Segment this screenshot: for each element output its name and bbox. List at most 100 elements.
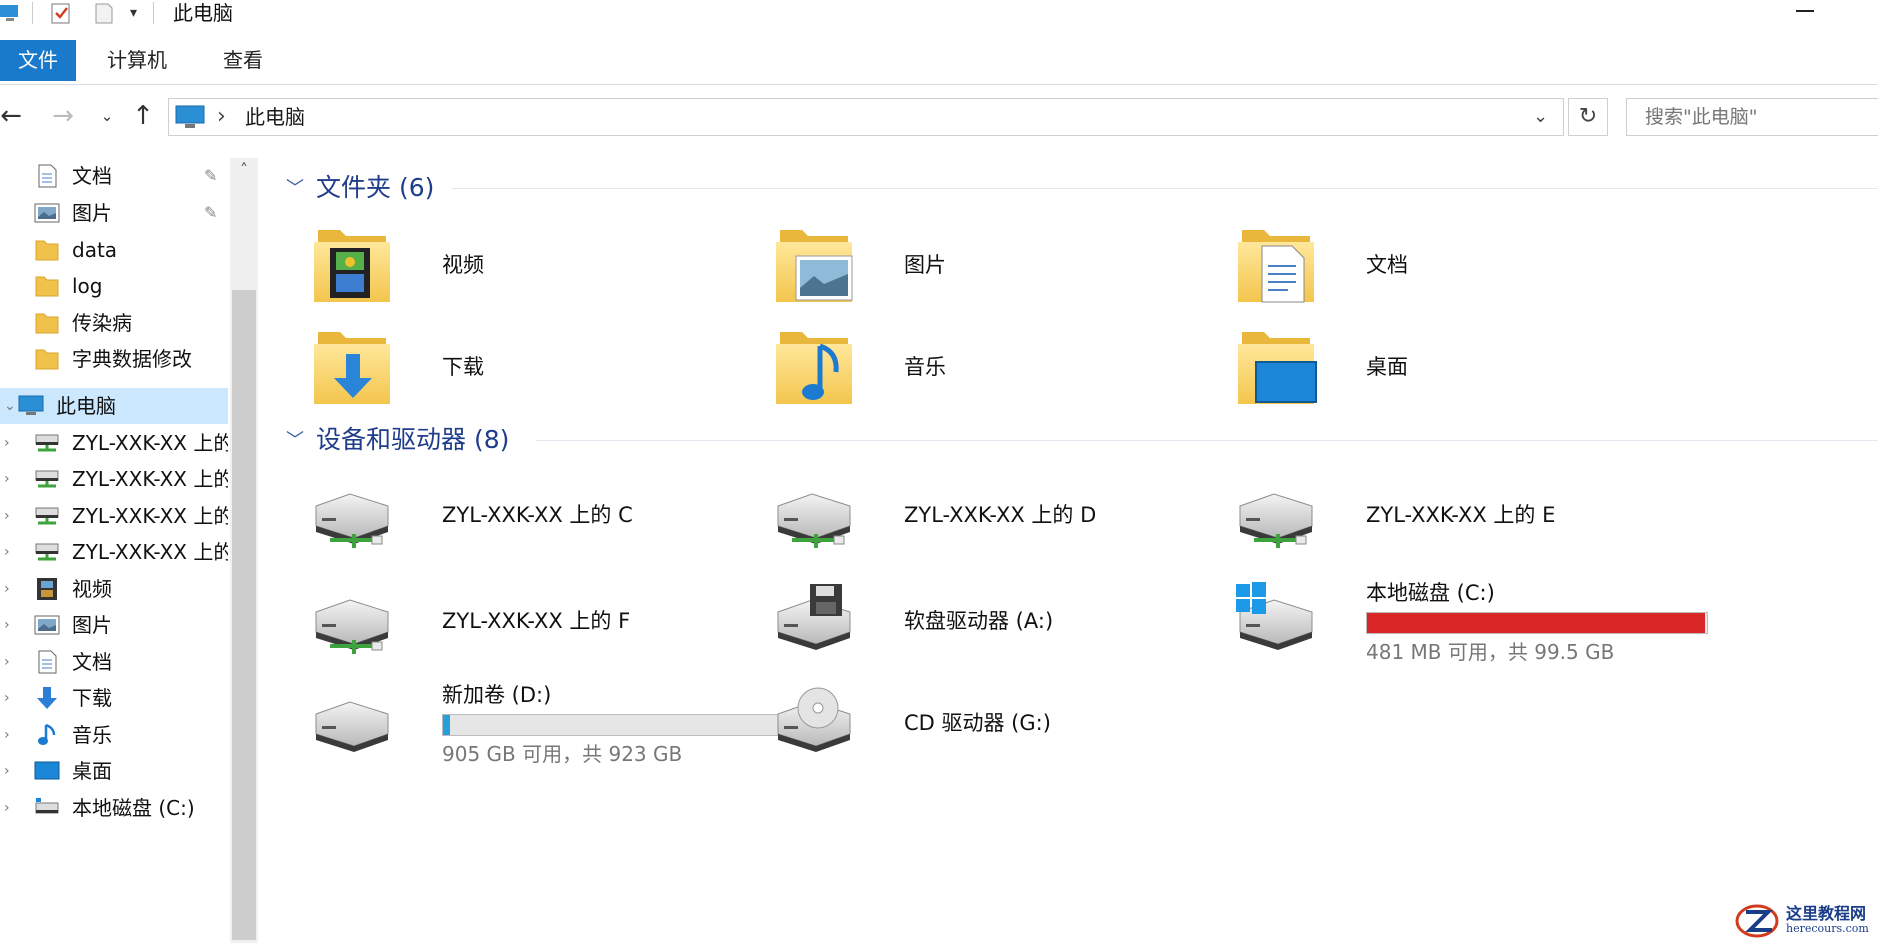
properties-icon[interactable] [50, 2, 72, 24]
navigation-pane: ˄ 文档 ✎ 图片 ✎ data log 传染病 字典数据修改 ⌄ 此电脑 › ZYL-XXK-XX … [0, 150, 258, 943]
network-drive-icon [34, 540, 60, 564]
drive-label: 新加卷 (D:) [442, 683, 552, 707]
back-arrow-icon[interactable]: ← [0, 100, 26, 132]
pin-icon[interactable]: ✎ [204, 158, 217, 194]
sidebar-item[interactable]: › ZYL-XXK-XX 上的 D [0, 461, 228, 497]
tab-computer[interactable]: 计算机 [92, 40, 182, 81]
drive-space-text: 481 MB 可用，共 99.5 GB [1366, 640, 1615, 664]
refresh-button[interactable]: ↻ [1568, 98, 1608, 136]
document-folder-icon [1234, 226, 1318, 308]
sidebar-item[interactable]: data [0, 232, 228, 268]
sidebar-item[interactable]: log [0, 268, 228, 304]
forward-arrow-icon[interactable]: → [48, 100, 78, 132]
drive-tile[interactable]: ZYL-XXK-XX 上的 C [310, 472, 750, 562]
collapse-chevron-icon[interactable]: ﹀ [286, 426, 304, 452]
music-folder-icon [772, 328, 856, 410]
group-header-devices[interactable]: ﹀ 设备和驱动器 (8) [274, 422, 1878, 458]
sidebar-item-label: 桌面 [72, 759, 112, 783]
drive-tile[interactable]: ZYL-XXK-XX 上的 E [1234, 472, 1674, 562]
folder-tile[interactable]: 下载 [310, 324, 750, 414]
folder-icon [34, 274, 60, 298]
picture-folder-icon [772, 226, 856, 308]
expand-chevron-icon[interactable]: › [4, 753, 10, 789]
sidebar-item-label: 字典数据修改 [72, 347, 192, 371]
pin-icon[interactable]: ✎ [204, 195, 217, 231]
customize-toolbar-icon[interactable]: ▾ [130, 2, 137, 24]
network-drive-icon [772, 476, 856, 558]
computer-icon[interactable] [0, 2, 20, 24]
title-bar: ▾ 此电脑 [0, 0, 1878, 28]
expand-chevron-icon[interactable]: › [4, 461, 10, 497]
folder-tile[interactable]: 桌面 [1234, 324, 1674, 414]
folder-tile[interactable]: 视频 [310, 222, 750, 312]
address-bar[interactable]: › 此电脑 ⌄ [168, 98, 1564, 136]
expand-chevron-icon[interactable]: › [4, 534, 10, 570]
up-arrow-icon[interactable]: ↑ [128, 100, 158, 132]
sidebar-item[interactable]: 文档 ✎ [0, 158, 228, 194]
tab-file[interactable]: 文件 [0, 40, 76, 81]
network-drive-icon [310, 582, 394, 664]
sidebar-item[interactable]: › 本地磁盘 (C:) [0, 790, 228, 826]
breadcrumb-chevron-icon[interactable]: › [217, 99, 226, 135]
music-icon [34, 723, 60, 747]
sidebar-item-label: 传染病 [72, 311, 132, 335]
expand-chevron-icon[interactable]: › [4, 644, 10, 680]
tab-view[interactable]: 查看 [208, 40, 278, 81]
drive-tile[interactable]: 本地磁盘 (C:) 481 MB 可用，共 99.5 GB [1234, 578, 1708, 668]
breadcrumb-this-pc[interactable]: 此电脑 [245, 99, 305, 135]
sidebar-item[interactable]: › 视频 [0, 571, 228, 607]
sidebar-item[interactable]: 传染病 [0, 305, 228, 341]
folder-label: 音乐 [904, 355, 946, 379]
drive-label: 本地磁盘 (C:) [1366, 581, 1495, 605]
folder-tile[interactable]: 图片 [772, 222, 1212, 312]
sidebar-item[interactable]: › 文档 [0, 644, 228, 680]
folder-icon [34, 238, 60, 262]
expand-chevron-icon[interactable]: › [4, 607, 10, 643]
sidebar-item[interactable]: › 音乐 [0, 717, 228, 753]
expand-chevron-icon[interactable]: › [4, 571, 10, 607]
recent-locations-icon[interactable]: ⌄ [92, 100, 122, 132]
address-dropdown-icon[interactable]: ⌄ [1533, 99, 1548, 135]
group-title: 文件夹 (6) [316, 173, 435, 202]
search-input[interactable]: 搜索"此电脑" [1626, 98, 1878, 136]
sidebar-item[interactable]: › ZYL-XXK-XX 上的 E [0, 498, 228, 534]
download-icon [34, 686, 60, 710]
watermark-title: 这里教程网 [1786, 904, 1867, 923]
sidebar-item[interactable]: ⌄ 此电脑 [0, 388, 228, 424]
sidebar-item-label: 图片 [72, 613, 112, 637]
drive-tile[interactable]: CD 驱动器 (G:) [772, 680, 1212, 770]
new-folder-icon[interactable] [94, 2, 114, 24]
expanded-chevron-icon[interactable]: ⌄ [4, 388, 16, 424]
group-header-folders[interactable]: ﹀ 文件夹 (6) [274, 170, 1878, 206]
sidebar-scroll-thumb[interactable] [232, 290, 256, 940]
sidebar-item[interactable]: › ZYL-XXK-XX 上的 C [0, 425, 228, 461]
scroll-up-icon[interactable]: ˄ [232, 160, 256, 180]
folder-label: 文档 [1366, 253, 1408, 277]
sidebar-item-label: 此电脑 [56, 394, 116, 418]
toolbar-separator [153, 2, 154, 24]
sidebar-item[interactable]: 图片 ✎ [0, 195, 228, 231]
drive-label: ZYL-XXK-XX 上的 E [1366, 503, 1556, 527]
drive-tile[interactable]: ZYL-XXK-XX 上的 F [310, 578, 750, 668]
folder-tile[interactable]: 文档 [1234, 222, 1674, 312]
desktop-folder-icon [1234, 328, 1318, 410]
minimize-button[interactable] [1796, 10, 1814, 12]
sidebar-item[interactable]: › ZYL-XXK-XX 上的 F [0, 534, 228, 570]
computer-icon [175, 105, 205, 128]
expand-chevron-icon[interactable]: › [4, 717, 10, 753]
collapse-chevron-icon[interactable]: ﹀ [286, 174, 304, 200]
sidebar-item[interactable]: › 图片 [0, 607, 228, 643]
sidebar-item[interactable]: › 桌面 [0, 753, 228, 789]
drive-tile[interactable]: 新加卷 (D:) 905 GB 可用，共 923 GB [310, 680, 784, 770]
sidebar-item-label: ZYL-XXK-XX 上的 E [72, 504, 228, 528]
group-title: 设备和驱动器 (8) [316, 425, 510, 454]
folder-tile[interactable]: 音乐 [772, 324, 1212, 414]
expand-chevron-icon[interactable]: › [4, 680, 10, 716]
expand-chevron-icon[interactable]: › [4, 425, 10, 461]
sidebar-item[interactable]: 字典数据修改 [0, 341, 228, 377]
drive-tile[interactable]: ZYL-XXK-XX 上的 D [772, 472, 1212, 562]
expand-chevron-icon[interactable]: › [4, 498, 10, 534]
sidebar-item[interactable]: › 下载 [0, 680, 228, 716]
drive-tile[interactable]: 软盘驱动器 (A:) [772, 578, 1212, 668]
expand-chevron-icon[interactable]: › [4, 790, 10, 826]
